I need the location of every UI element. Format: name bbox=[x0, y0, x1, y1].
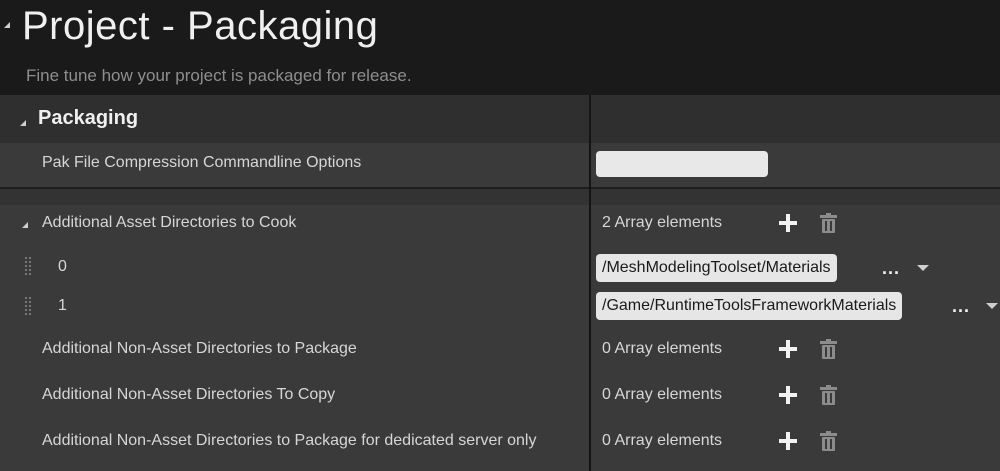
drag-handle-icon[interactable] bbox=[24, 256, 32, 276]
add-element-plus-icon[interactable] bbox=[779, 214, 797, 232]
section-title: Packaging bbox=[38, 107, 139, 129]
add-element-plus-icon[interactable] bbox=[779, 432, 797, 450]
directory-path-input[interactable]: /Game/RuntimeToolsFrameworkMaterials bbox=[596, 292, 903, 320]
remove-all-trash-icon[interactable] bbox=[820, 431, 837, 451]
pak-options-input[interactable] bbox=[596, 151, 768, 177]
non-asset-copy-label: Additional Non-Asset Directories To Copy bbox=[42, 386, 336, 403]
remove-all-trash-icon[interactable] bbox=[820, 385, 837, 405]
array-index-label: 0 bbox=[58, 258, 67, 275]
non-asset-server-count: 0 Array elements bbox=[602, 432, 723, 449]
page-subtitle: Fine tune how your project is packaged f… bbox=[26, 66, 412, 85]
non-asset-package-count: 0 Array elements bbox=[602, 340, 723, 357]
pak-options-label: Pak File Compression Commandline Options bbox=[42, 154, 362, 171]
project-packaging-page: Project - Packaging Fine tune how your p… bbox=[0, 0, 1000, 471]
remove-all-trash-icon[interactable] bbox=[820, 213, 837, 233]
section-header-packaging[interactable] bbox=[0, 95, 1000, 143]
non-asset-server-label: Additional Non-Asset Directories to Pack… bbox=[42, 432, 537, 449]
chevron-down-icon[interactable] bbox=[917, 265, 929, 271]
cook-dirs-count: 2 Array elements bbox=[602, 214, 723, 231]
more-options-button[interactable]: ... bbox=[952, 296, 970, 317]
drag-handle-icon[interactable] bbox=[24, 296, 32, 316]
chevron-down-icon[interactable] bbox=[986, 303, 998, 309]
non-asset-package-label: Additional Non-Asset Directories to Pack… bbox=[42, 340, 357, 357]
more-options-button[interactable]: ... bbox=[882, 258, 900, 279]
array-index-label: 1 bbox=[58, 297, 67, 314]
add-element-plus-icon[interactable] bbox=[779, 340, 797, 358]
row-spacer bbox=[0, 189, 1000, 205]
remove-all-trash-icon[interactable] bbox=[820, 339, 837, 359]
page-title: Project - Packaging bbox=[22, 4, 379, 48]
add-element-plus-icon[interactable] bbox=[779, 386, 797, 404]
array-expand-icon[interactable] bbox=[22, 222, 28, 228]
collapse-category-icon[interactable] bbox=[4, 22, 10, 28]
cook-dirs-label: Additional Asset Directories to Cook bbox=[42, 214, 297, 231]
directory-path-input[interactable]: /MeshModelingToolset/Materials bbox=[596, 254, 837, 282]
column-separator[interactable] bbox=[589, 95, 591, 471]
non-asset-copy-count: 0 Array elements bbox=[602, 386, 723, 403]
section-expand-icon[interactable] bbox=[20, 120, 26, 126]
